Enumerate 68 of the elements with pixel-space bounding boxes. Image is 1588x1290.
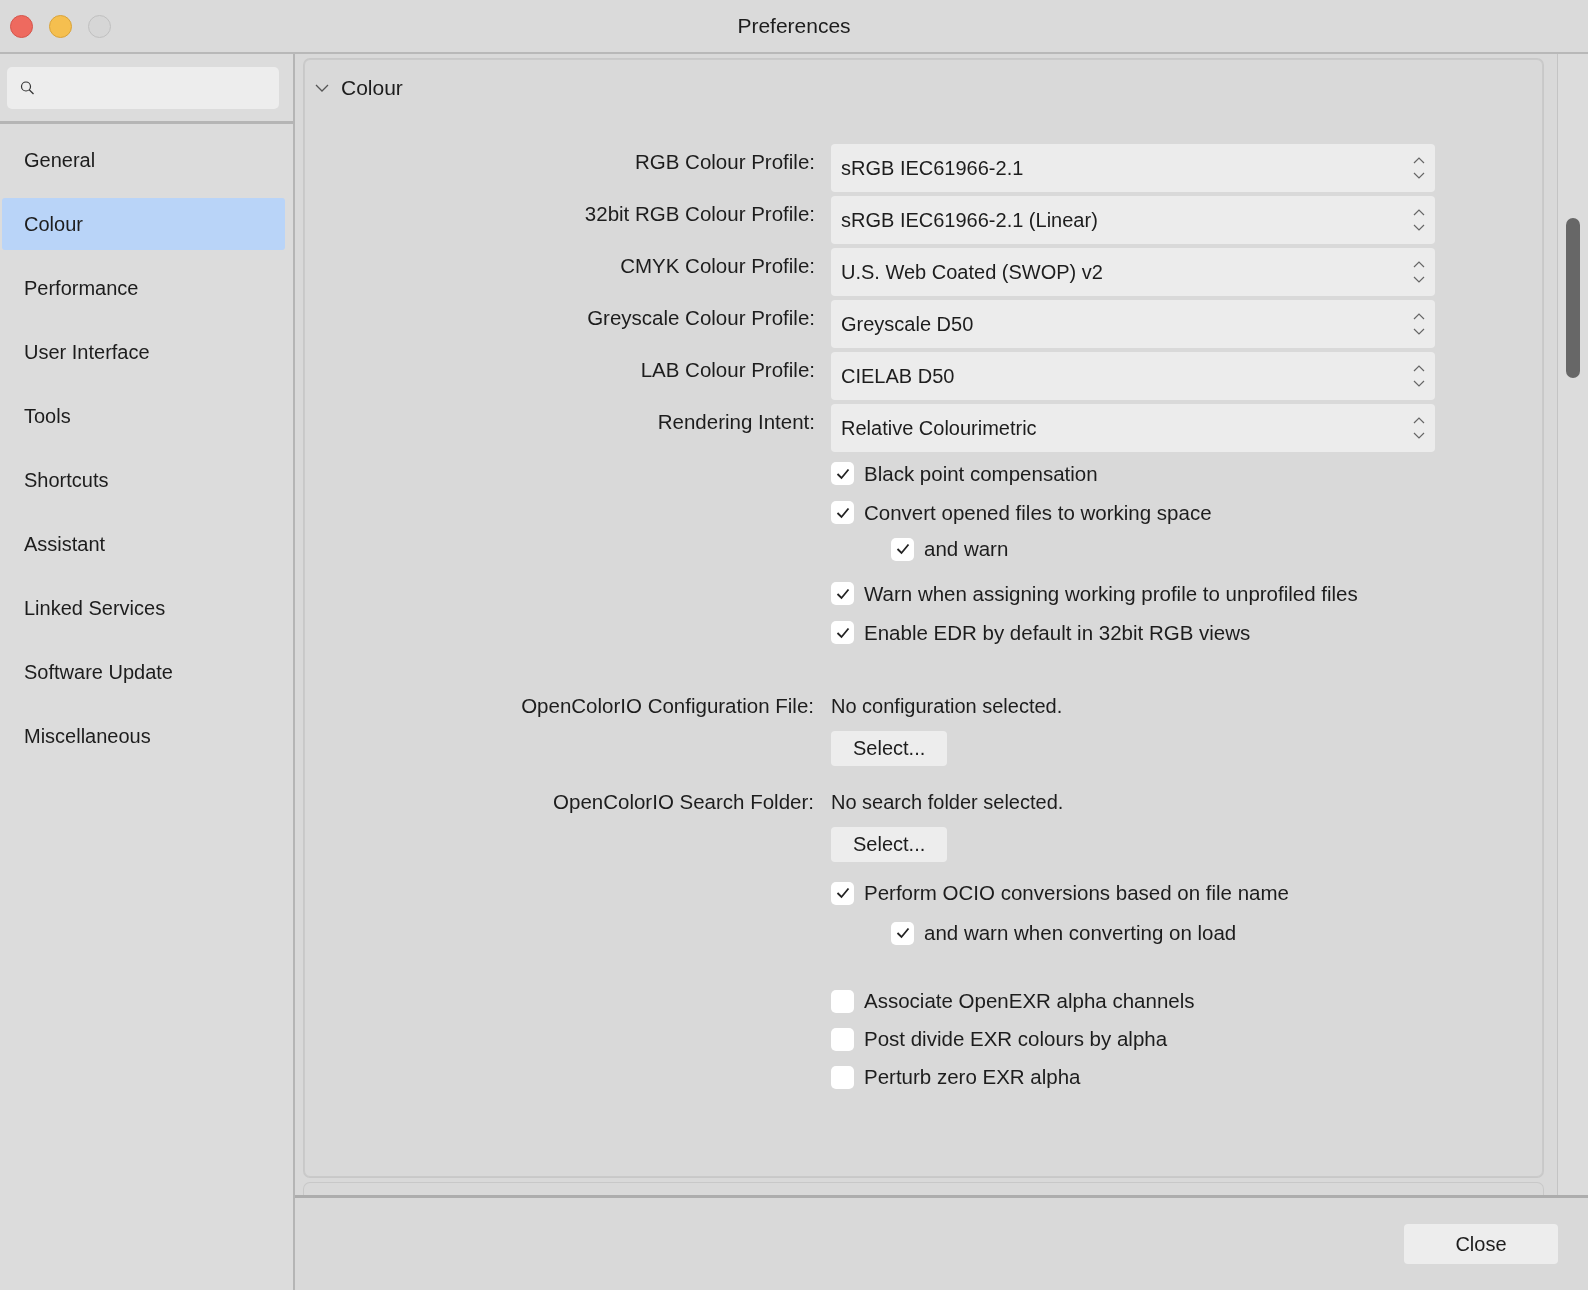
checkmark-icon (895, 543, 910, 555)
field-label: 32bit RGB Colour Profile: (583, 201, 816, 226)
checkbox[interactable] (831, 621, 854, 644)
select-button[interactable]: Select... (831, 730, 948, 766)
minimize-button[interactable] (49, 14, 72, 38)
window-title: Preferences (736, 14, 852, 38)
checkbox-label: Convert opened files to working space (864, 500, 1212, 525)
checkmark-icon (835, 587, 850, 600)
checkmark-icon (835, 506, 850, 519)
checkbox[interactable] (831, 1065, 854, 1089)
select-button[interactable]: Select... (831, 826, 948, 862)
field-label: Greyscale Colour Profile: (586, 305, 816, 330)
checkbox[interactable] (831, 501, 854, 524)
sidebar-item[interactable]: Assistant (2, 518, 285, 570)
stepper-icon (1413, 261, 1425, 283)
dropdown[interactable]: CIELAB D50 (831, 352, 1435, 400)
checkbox[interactable] (891, 537, 914, 561)
checkmark-icon (895, 927, 910, 939)
checkbox-label: Perform OCIO conversions based on file name (864, 881, 1289, 905)
sidebar-item[interactable]: Shortcuts (2, 454, 285, 506)
checkbox-label: and warn when converting on load (924, 921, 1237, 945)
stepper-icon (1413, 209, 1425, 231)
close-button[interactable]: Close (1404, 1224, 1558, 1264)
field-label: Rendering Intent: (656, 409, 816, 434)
checkbox[interactable] (831, 989, 854, 1013)
sidebar-item[interactable]: Miscellaneous (2, 710, 285, 762)
close-button[interactable] (10, 14, 33, 38)
dropdown[interactable]: sRGB IEC61966-2.1 (Linear) (831, 196, 1435, 244)
section-header[interactable]: Colour (305, 60, 403, 100)
sidebar-item[interactable]: Tools (2, 390, 285, 442)
field-value: No search folder selected. (831, 790, 1064, 814)
dropdown[interactable]: sRGB IEC61966-2.1 (831, 144, 1435, 192)
scroll-thumb[interactable] (1566, 218, 1580, 378)
sidebar-item[interactable]: Colour (2, 198, 285, 250)
field-label: RGB Colour Profile: (634, 149, 816, 174)
dropdown[interactable]: U.S. Web Coated (SWOP) v2 (831, 248, 1435, 296)
checkmark-icon (835, 887, 850, 899)
dropdown[interactable]: Greyscale D50 (831, 300, 1435, 348)
checkbox-label: Enable EDR by default in 32bit RGB views (864, 620, 1251, 645)
sidebar-item[interactable]: Performance (2, 262, 285, 314)
field-label: LAB Colour Profile: (639, 357, 816, 382)
checkbox-label: Post divide EXR colours by alpha (864, 1027, 1168, 1051)
checkbox[interactable] (891, 921, 914, 945)
checkbox-label: Associate OpenEXR alpha channels (864, 989, 1195, 1013)
sidebar-item[interactable]: Software Update (2, 646, 285, 698)
dropdown[interactable]: Relative Colourimetric (831, 404, 1435, 452)
sidebar-item[interactable]: User Interface (2, 326, 285, 378)
checkbox-label: Black point compensation (864, 461, 1098, 486)
field-label: OpenColorIO Search Folder: (552, 790, 815, 814)
field-label: OpenColorIO Configuration File: (520, 694, 815, 718)
checkmark-icon (835, 467, 850, 480)
checkbox-label: and warn (924, 537, 1009, 561)
field-label: CMYK Colour Profile: (619, 253, 816, 278)
stepper-icon (1413, 313, 1425, 335)
stepper-icon (1413, 365, 1425, 387)
checkbox[interactable] (831, 462, 854, 485)
checkbox[interactable] (831, 582, 854, 605)
stepper-icon (1413, 157, 1425, 179)
checkbox-label: Perturb zero EXR alpha (864, 1065, 1081, 1089)
search-field[interactable] (7, 67, 279, 109)
stepper-icon (1413, 417, 1425, 439)
field-value: No configuration selected. (831, 694, 1063, 718)
checkbox-label: Warn when assigning working profile to unprofiled files (864, 581, 1358, 606)
checkmark-icon (835, 626, 850, 639)
sidebar-item[interactable]: General (2, 134, 285, 186)
sidebar-item[interactable]: Linked Services (2, 582, 285, 634)
checkbox[interactable] (831, 1027, 854, 1051)
checkbox[interactable] (831, 881, 854, 905)
